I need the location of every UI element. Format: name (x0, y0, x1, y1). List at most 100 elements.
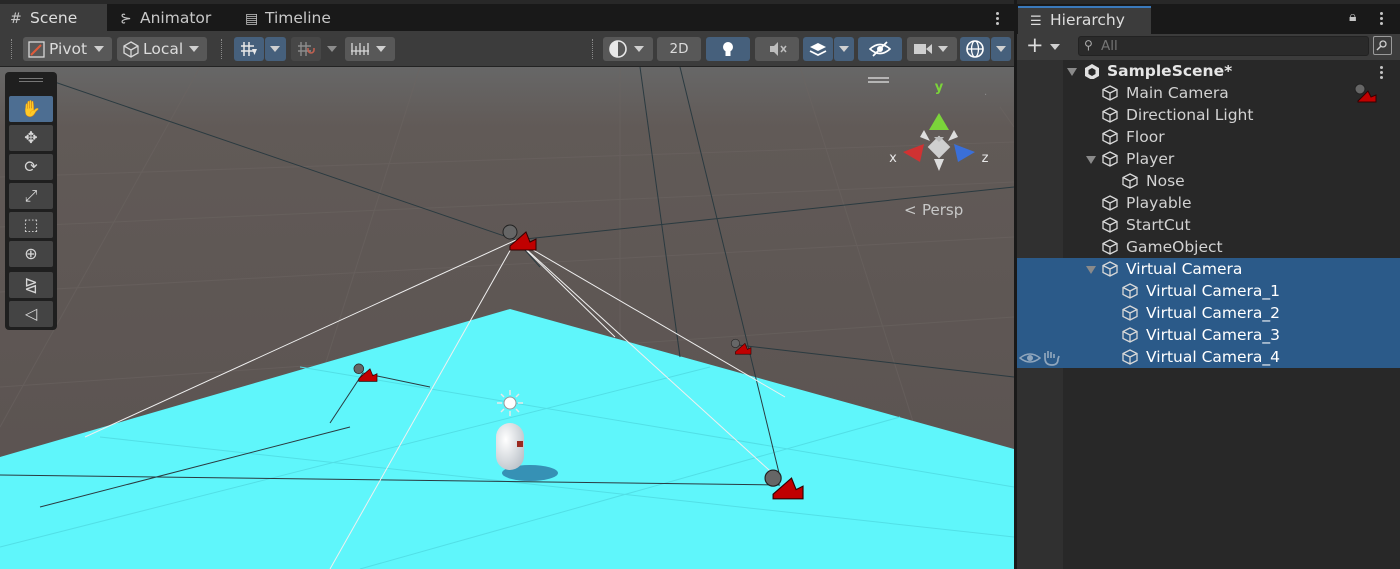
create-button[interactable]: + (1026, 34, 1066, 58)
chevron-down-icon[interactable] (1086, 156, 1096, 164)
hierarchy-item[interactable]: Main Camera (1017, 82, 1400, 104)
chevron-down-icon[interactable] (1067, 68, 1077, 76)
unity-scene-icon (1085, 64, 1099, 79)
custom-tool-button[interactable]: ⧎ (9, 272, 53, 298)
scene-tab-bar: # Scene ⊱ Animator ▤ Timeline (0, 4, 1014, 31)
grid-snap-dropdown[interactable] (265, 37, 286, 61)
pick-hand-icon[interactable] (1042, 350, 1062, 366)
hierarchy-item[interactable]: Virtual Camera_3 (1017, 324, 1400, 346)
hierarchy-item[interactable]: Playable (1017, 192, 1400, 214)
grid-snap-toggle[interactable] (234, 37, 264, 61)
scene-row[interactable]: SampleScene* (1017, 60, 1400, 82)
hierarchy-item[interactable]: Player (1017, 148, 1400, 170)
hand-icon: ✋ (21, 99, 41, 118)
tools-palette: ✋ ✥ ⟳ ⤢ ⬚ ⊕ ⧎ ◁ (5, 72, 57, 330)
move-tool-button[interactable]: ✥ (9, 125, 53, 151)
transform-tool-button[interactable]: ⊕ (9, 241, 53, 267)
hierarchy-tab-label: Hierarchy (1050, 11, 1125, 29)
scene-name: SampleScene* (1107, 62, 1233, 80)
palette-grip[interactable] (19, 81, 43, 82)
hierarchy-item-label: StartCut (1126, 216, 1191, 234)
hierarchy-item-label: Virtual Camera_3 (1146, 326, 1281, 344)
search-input[interactable] (1101, 38, 1351, 54)
eye-icon[interactable] (1019, 350, 1041, 366)
tab-timeline[interactable]: ▤ Timeline (235, 4, 355, 31)
gizmo-lock-icon[interactable]: · (984, 90, 987, 101)
local-label: Local (143, 40, 184, 58)
tab-animator[interactable]: ⊱ Animator (110, 4, 235, 31)
projection-chevron-icon: < (904, 201, 917, 219)
gameobject-cube-icon (1122, 283, 1138, 299)
increment-snap-toggle[interactable] (291, 37, 321, 61)
tab-animator-label: Animator (140, 9, 212, 27)
effects-toggle[interactable] (803, 37, 833, 61)
scene-menu-kebab-icon[interactable] (996, 12, 1000, 27)
scene-toolbar: Pivot Local 2D (0, 31, 1014, 67)
scene-kebab-icon[interactable] (1380, 66, 1384, 81)
hierarchy-item[interactable]: Nose (1017, 170, 1400, 192)
tab-scene[interactable]: # Scene (0, 4, 107, 31)
camera-gizmo-icon (1354, 83, 1377, 103)
hierarchy-item[interactable]: StartCut (1017, 214, 1400, 236)
chevron-down-icon[interactable] (1086, 266, 1096, 274)
rotate-tool-button[interactable]: ⟳ (9, 154, 53, 180)
hierarchy-item[interactable]: Virtual Camera (1017, 258, 1400, 280)
player-nose[interactable] (517, 441, 523, 447)
gameobject-cube-icon (1102, 107, 1118, 123)
gizmos-dropdown[interactable] (991, 37, 1011, 61)
gameobject-cube-icon (1102, 85, 1118, 101)
mode-2d-toggle[interactable]: 2D (657, 37, 701, 61)
hand-tool-button[interactable]: ✋ (9, 96, 53, 122)
gameobject-cube-icon (1102, 195, 1118, 211)
rect-tool-button[interactable]: ⬚ (9, 212, 53, 238)
chevron-down-icon (634, 46, 644, 52)
projection-label[interactable]: Persp (922, 201, 963, 219)
gizmos-toggle[interactable] (960, 37, 990, 61)
scene-view-canvas[interactable]: y x z · < Persp (0, 67, 1014, 569)
effects-layers-icon (809, 43, 827, 57)
chevron-down-icon (1050, 44, 1060, 50)
lock-icon[interactable]: 🔒︎ (1349, 9, 1356, 25)
chevron-down-icon (189, 46, 199, 52)
hierarchy-item-label: Virtual Camera_4 (1146, 348, 1281, 366)
triangle-tool-icon: ◁ (24, 304, 38, 323)
scene-viewport[interactable]: y x z · < Persp (0, 67, 1014, 569)
ruler-icon (351, 43, 369, 55)
hierarchy-menu-kebab-icon[interactable] (1380, 12, 1384, 27)
lighting-toggle[interactable] (706, 37, 750, 61)
magnet-grid-icon (298, 42, 315, 56)
hierarchy-search[interactable]: ⚲ (1078, 36, 1369, 56)
hierarchy-item-label: Virtual Camera_2 (1146, 304, 1281, 322)
gizmo-x-label: x (889, 151, 897, 166)
chevron-down-icon (938, 46, 948, 52)
hidden-objects-toggle[interactable] (858, 37, 902, 61)
vertex-snap-dropdown[interactable] (345, 37, 395, 61)
audio-toggle[interactable] (755, 37, 799, 61)
scale-tool-button[interactable]: ⤢ (9, 183, 53, 209)
effects-dropdown[interactable] (834, 37, 854, 61)
chevron-down-icon (376, 46, 386, 52)
search-icon: ⚲ (1084, 38, 1093, 52)
hierarchy-item[interactable]: Virtual Camera_4 (1017, 346, 1400, 368)
hierarchy-item-label: Main Camera (1126, 84, 1229, 102)
local-dropdown[interactable]: Local (117, 37, 207, 61)
cube-icon (123, 41, 139, 58)
shading-mode-dropdown[interactable] (603, 37, 653, 61)
hierarchy-item-label: Player (1126, 150, 1175, 168)
hierarchy-item[interactable]: GameObject (1017, 236, 1400, 258)
hierarchy-item[interactable]: Virtual Camera_1 (1017, 280, 1400, 302)
gameobject-cube-icon (1122, 327, 1138, 343)
pivot-dropdown[interactable]: Pivot (23, 37, 112, 61)
palette-grip[interactable] (19, 78, 43, 79)
hierarchy-item[interactable]: Virtual Camera_2 (1017, 302, 1400, 324)
tab-hierarchy[interactable]: ☰ Hierarchy (1018, 6, 1151, 34)
hierarchy-item-label: Virtual Camera_1 (1146, 282, 1281, 300)
hierarchy-item[interactable]: Floor (1017, 126, 1400, 148)
hierarchy-item[interactable]: Directional Light (1017, 104, 1400, 126)
camera-settings-dropdown[interactable] (907, 37, 957, 61)
toolbar-grip (11, 39, 14, 59)
gizmo-globe-icon (966, 40, 984, 58)
editor-tool-button[interactable]: ◁ (9, 301, 53, 327)
search-options-button[interactable] (1373, 36, 1392, 55)
increment-snap-dropdown[interactable] (322, 37, 342, 61)
